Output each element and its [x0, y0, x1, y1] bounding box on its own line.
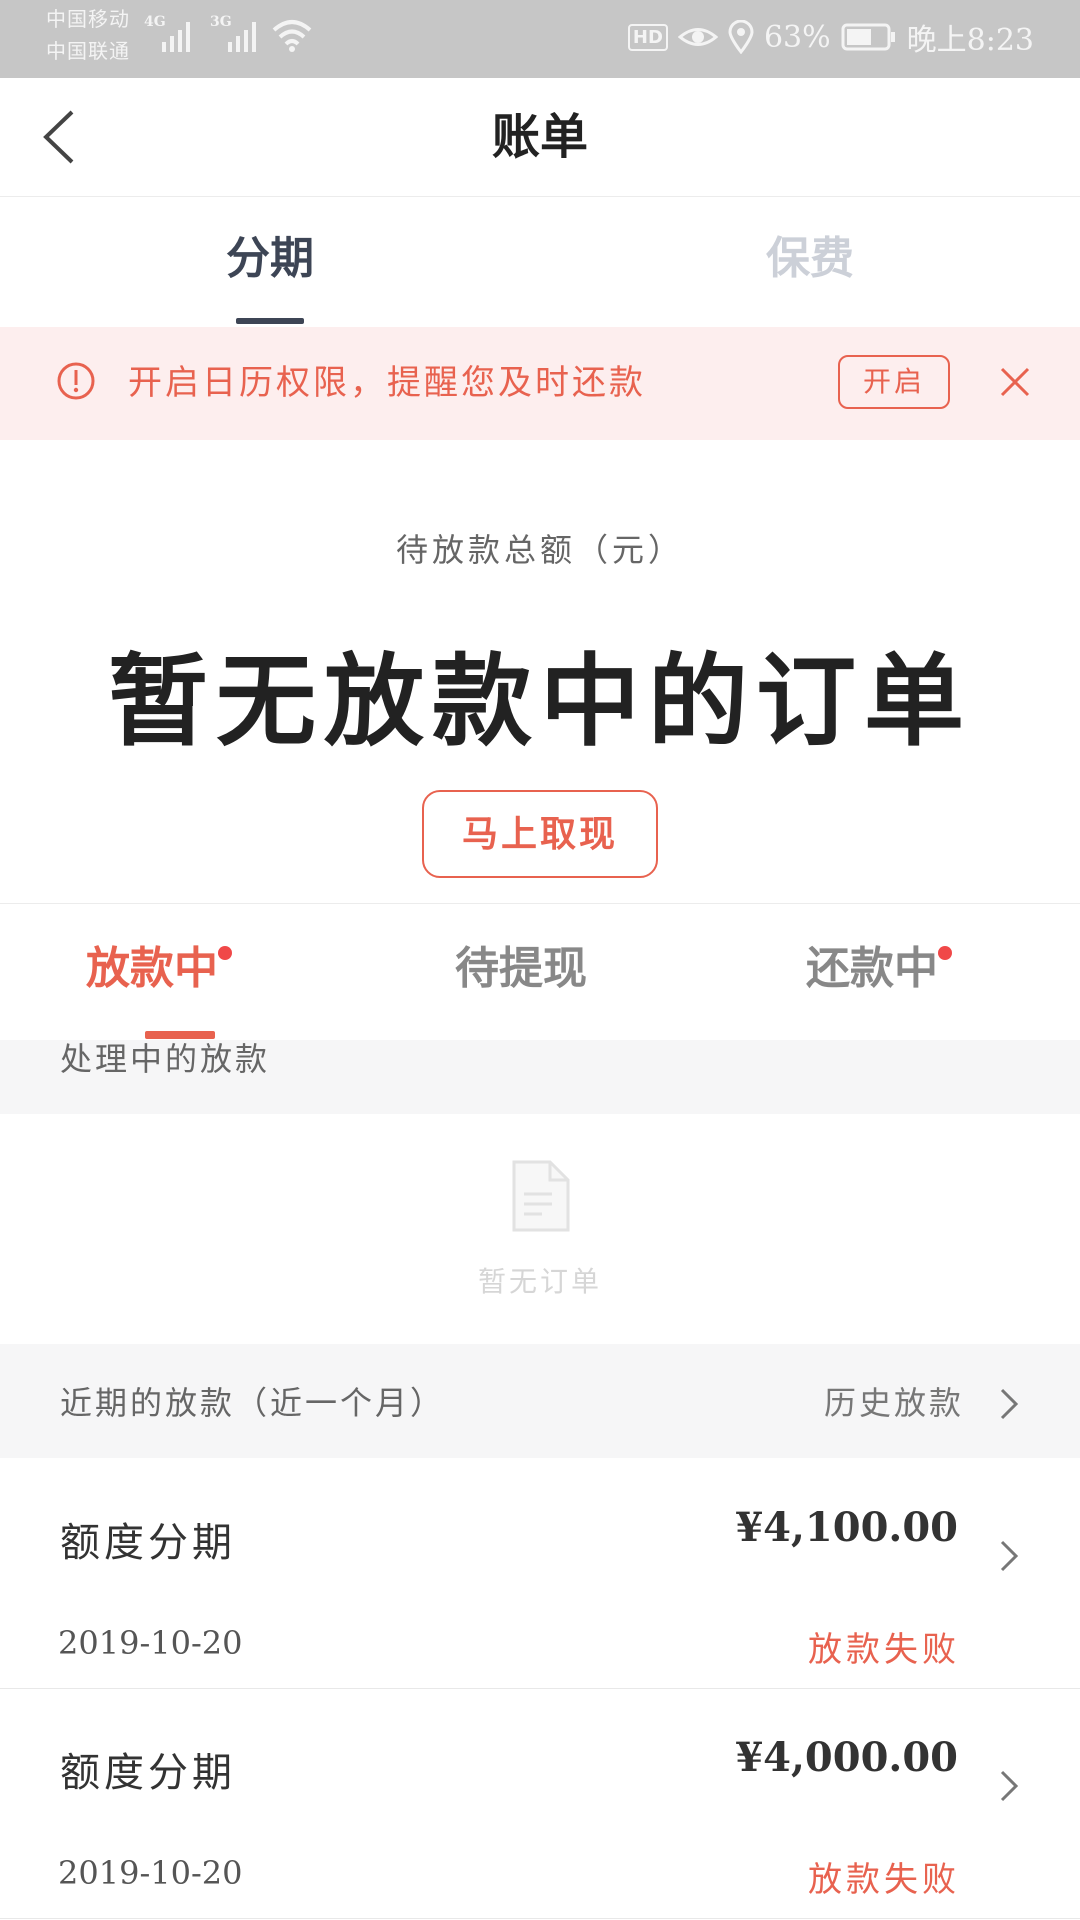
tab-repaying-label: 还款中 — [806, 943, 938, 994]
wifi-icon — [272, 20, 312, 52]
header: 账单 — [0, 78, 1080, 197]
clock: 晚上8:23 — [906, 23, 1034, 58]
empty-orders-text: 暂无订单 — [477, 1265, 602, 1298]
eye-icon — [677, 28, 718, 46]
enable-calendar-button[interactable]: 开启 — [838, 355, 950, 409]
signal-icon — [228, 22, 256, 52]
signal-icon — [162, 22, 190, 52]
tab-disbursing[interactable]: 放款中 — [86, 904, 232, 1040]
row-title: 额度分期 — [60, 1520, 236, 1566]
processing-label: 处理中的放款 — [60, 1040, 271, 1078]
calendar-permission-banner: 开启日历权限，提醒您及时还款 开启 — [0, 327, 1080, 440]
page-title: 账单 — [491, 109, 588, 165]
back-icon[interactable] — [30, 102, 100, 172]
row-status: 放款失败 — [808, 1860, 960, 1900]
status-bar: 中国移动 中国联通 4G 3G HD 63% 晚上8:23 — [0, 0, 1080, 78]
tab-repaying[interactable]: 还款中 — [806, 904, 952, 1040]
loan-status-tabs: 放款中 待提现 还款中 — [0, 903, 1080, 1041]
pending-total-label: 待放款总额（元） — [395, 531, 684, 569]
chevron-right-icon[interactable] — [998, 1386, 1020, 1422]
row-amount: ¥4,100.00 — [735, 1504, 958, 1551]
notification-dot — [938, 946, 952, 960]
tab-installment[interactable]: 分期 — [0, 197, 540, 327]
loan-row[interactable]: 额度分期 ¥4,000.00 2019-10-20 放款失败 — [0, 1690, 1080, 1919]
no-orders-message: 暂无放款中的订单 — [108, 642, 972, 760]
row-date: 2019-10-20 — [58, 1624, 243, 1662]
row-date: 2019-10-20 — [58, 1854, 243, 1892]
tab-disbursing-label: 放款中 — [86, 943, 218, 994]
chevron-right-icon — [1000, 1540, 1019, 1572]
close-icon[interactable] — [990, 357, 1040, 407]
recent-label: 近期的放款（近一个月） — [60, 1384, 446, 1422]
row-title: 额度分期 — [60, 1750, 236, 1796]
chevron-right-icon — [1000, 1770, 1019, 1802]
carrier-1-label: 中国移动 — [46, 7, 130, 31]
tab-pending-withdrawal[interactable]: 待提现 — [455, 904, 587, 1040]
row-amount: ¥4,000.00 — [735, 1734, 958, 1781]
alert-icon — [57, 362, 95, 400]
hd-badge: HD — [627, 23, 668, 51]
loan-row[interactable]: 额度分期 ¥4,100.00 2019-10-20 放款失败 — [0, 1460, 1080, 1689]
location-icon — [728, 20, 754, 54]
tab-premium[interactable]: 保费 — [540, 197, 1080, 327]
status-right: HD 63% 晚上8:23 — [627, 12, 1034, 62]
row-status: 放款失败 — [808, 1630, 960, 1670]
tab-active-indicator — [236, 318, 304, 324]
banner-message: 开启日历权限，提醒您及时还款 — [128, 363, 646, 403]
battery-icon — [841, 23, 895, 51]
document-icon — [512, 1160, 570, 1232]
carrier-2-label: 中国联通 — [46, 39, 130, 63]
withdraw-now-button[interactable]: 马上取现 — [422, 790, 658, 878]
battery-percent: 63% — [763, 19, 831, 55]
notification-dot — [218, 946, 232, 960]
history-link[interactable]: 历史放款 — [824, 1378, 964, 1424]
